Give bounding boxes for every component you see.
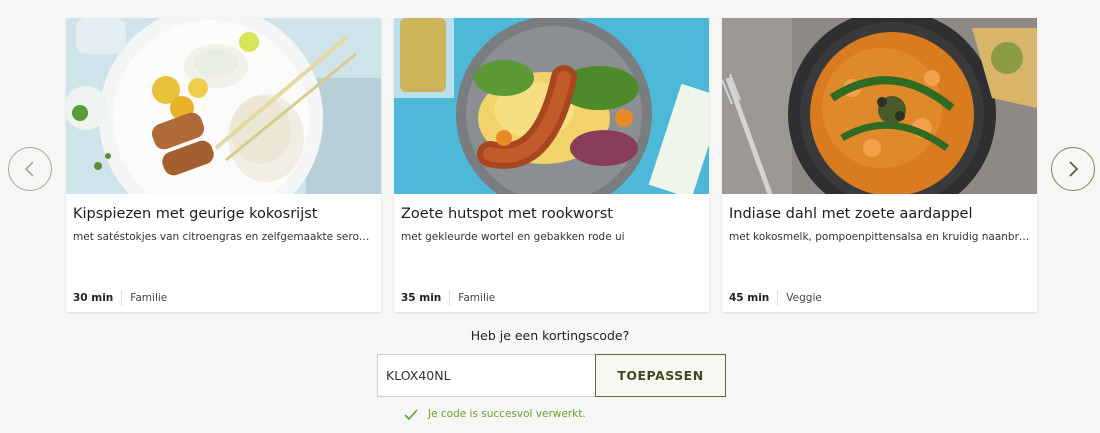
- meta-divider: [449, 290, 451, 306]
- recipe-image: [394, 18, 709, 194]
- promo-success-message: Je code is succesvol verwerkt.: [404, 408, 586, 420]
- chevron-left-icon: [24, 161, 34, 177]
- chevron-right-icon: [1069, 161, 1079, 177]
- recipe-title: Indiase dahl met zoete aardappel: [729, 206, 973, 222]
- recipe-subtitle: met kokosmelk, pompoenpittensalsa en kru…: [729, 231, 1031, 243]
- recipe-time: 35 min: [401, 292, 442, 304]
- recipe-meta: 35 min Familie: [401, 290, 495, 306]
- recipe-time: 45 min: [729, 292, 770, 304]
- recipe-subtitle: met gekleurde wortel en gebakken rode ui: [401, 231, 625, 243]
- recipe-card[interactable]: Kipspiezen met geurige kokosrijst met sa…: [66, 18, 381, 312]
- promo-code-input[interactable]: [377, 354, 595, 397]
- recipe-title: Zoete hutspot met rookworst: [401, 206, 613, 222]
- carousel-next-button[interactable]: [1051, 147, 1095, 191]
- apply-code-button[interactable]: TOEPASSEN: [595, 354, 726, 397]
- meta-divider: [121, 290, 123, 306]
- meta-divider: [777, 290, 779, 306]
- recipe-subtitle: met satéstokjes van citroengras en zelfg…: [73, 231, 375, 243]
- recipe-meta: 45 min Veggie: [729, 290, 822, 306]
- recipe-tag: Familie: [130, 292, 168, 304]
- recipe-image: [66, 18, 381, 194]
- recipe-card[interactable]: Indiase dahl met zoete aardappel met kok…: [722, 18, 1037, 312]
- checkmark-icon: [404, 408, 418, 420]
- carousel-prev-button[interactable]: [8, 147, 52, 191]
- recipe-carousel: Kipspiezen met geurige kokosrijst met sa…: [0, 0, 1100, 320]
- recipe-title: Kipspiezen met geurige kokosrijst: [73, 206, 318, 222]
- recipe-card[interactable]: Zoete hutspot met rookworst met gekleurd…: [394, 18, 709, 312]
- success-text: Je code is succesvol verwerkt.: [428, 408, 586, 420]
- recipe-tag: Veggie: [786, 292, 822, 304]
- recipe-image: [722, 18, 1037, 194]
- recipe-time: 30 min: [73, 292, 114, 304]
- recipe-meta: 30 min Familie: [73, 290, 167, 306]
- recipe-tag: Familie: [458, 292, 496, 304]
- promo-code-label: Heb je een kortingscode?: [470, 328, 630, 343]
